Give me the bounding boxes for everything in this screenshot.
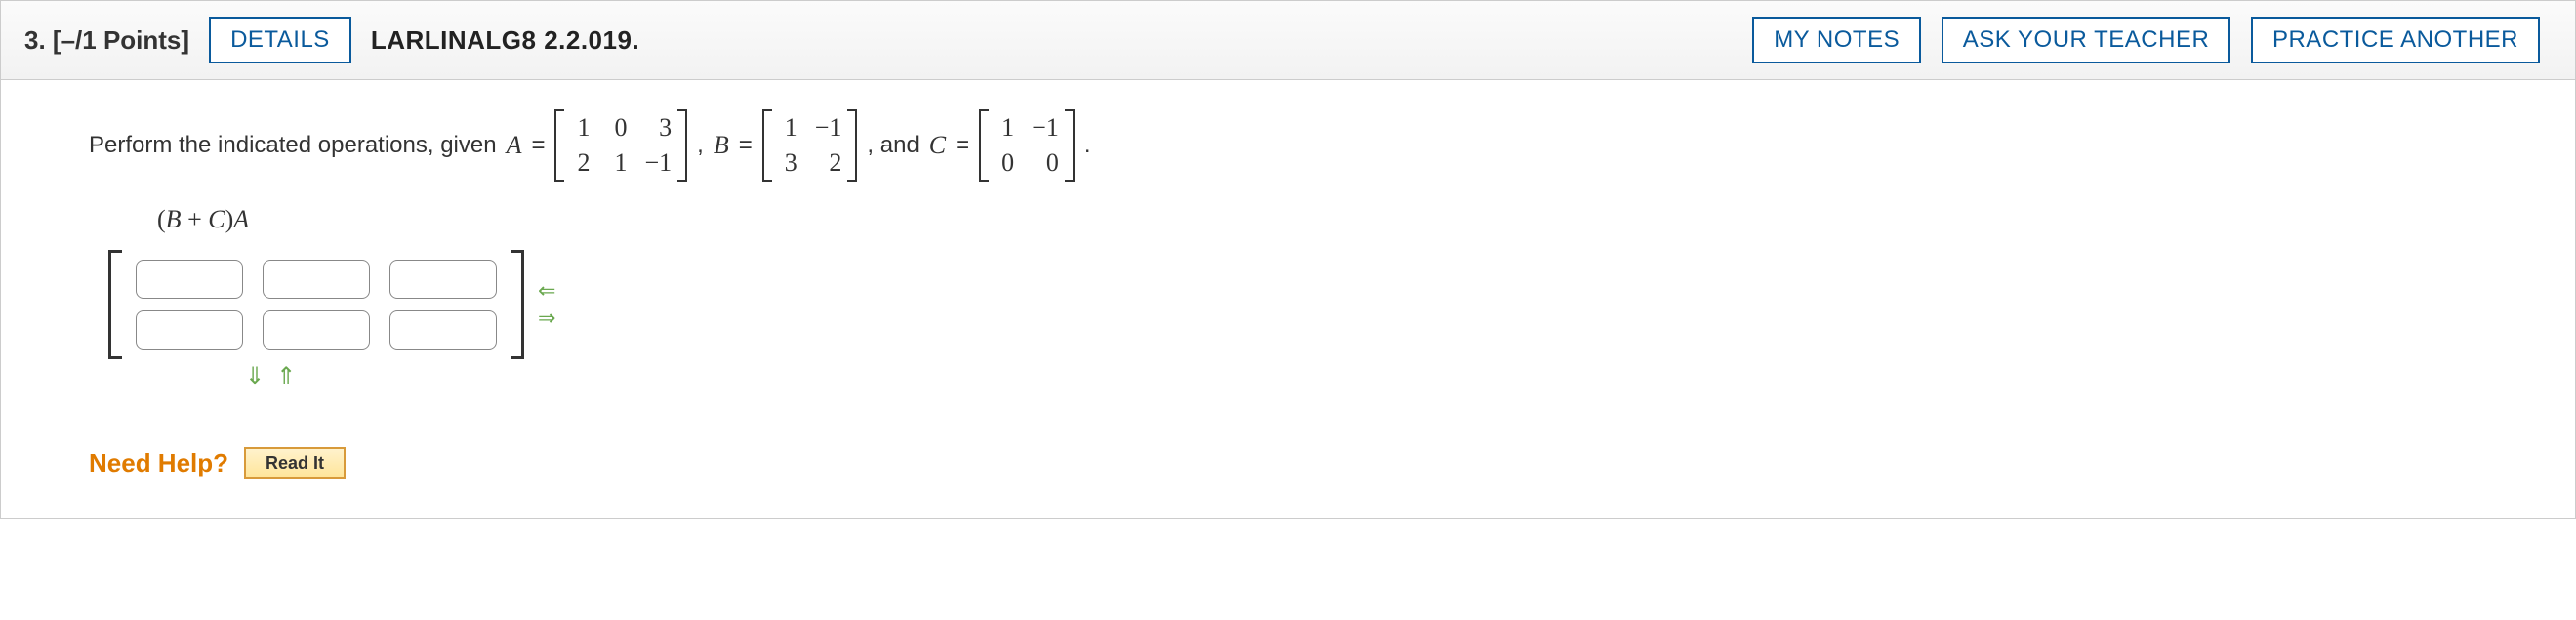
question-source: LARLINALG8 2.2.019.: [371, 25, 639, 56]
answer-cell-1-2[interactable]: [389, 310, 497, 350]
help-section: Need Help? Read It: [89, 447, 2487, 479]
ask-teacher-button[interactable]: ASK YOUR TEACHER: [1942, 17, 2231, 63]
question-body: Perform the indicated operations, given …: [1, 80, 2575, 518]
answer-matrix-block: ⇐ ⇒: [108, 250, 2487, 359]
matrix-C: 1−1 00: [979, 109, 1075, 182]
prompt: Perform the indicated operations, given …: [89, 109, 2487, 182]
var-A: A: [503, 131, 526, 160]
header-actions: MY NOTES ASK YOUR TEACHER PRACTICE ANOTH…: [1752, 17, 2552, 63]
details-button[interactable]: DETAILS: [209, 17, 351, 63]
add-row-icon[interactable]: ⇓: [245, 365, 265, 389]
matrix-B: 1−1 32: [762, 109, 858, 182]
row-controls: ⇓ ⇑: [245, 365, 2487, 389]
var-B: B: [710, 131, 733, 160]
answer-cell-1-1[interactable]: [263, 310, 370, 350]
my-notes-button[interactable]: MY NOTES: [1752, 17, 1921, 63]
prompt-lead: Perform the indicated operations, given: [89, 132, 497, 159]
question-header: 3. [–/1 Points] DETAILS LARLINALG8 2.2.0…: [1, 0, 2575, 80]
answer-cell-0-2[interactable]: [389, 260, 497, 299]
read-it-button[interactable]: Read It: [244, 447, 346, 479]
answer-matrix: [108, 250, 524, 359]
remove-row-icon[interactable]: ⇑: [276, 365, 296, 389]
answer-cell-0-1[interactable]: [263, 260, 370, 299]
expression: (B + C)A: [157, 205, 2487, 234]
practice-another-button[interactable]: PRACTICE ANOTHER: [2251, 17, 2540, 63]
remove-column-icon[interactable]: ⇐: [538, 280, 555, 302]
var-C: C: [925, 131, 950, 160]
matrix-A: 103 21−1: [554, 109, 687, 182]
help-label: Need Help?: [89, 448, 228, 478]
column-controls: ⇐ ⇒: [538, 280, 555, 329]
question-number: 3. [–/1 Points]: [24, 25, 189, 56]
answer-cell-1-0[interactable]: [136, 310, 243, 350]
answer-cell-0-0[interactable]: [136, 260, 243, 299]
add-column-icon[interactable]: ⇒: [538, 308, 555, 329]
question-container: 3. [–/1 Points] DETAILS LARLINALG8 2.2.0…: [0, 0, 2576, 519]
